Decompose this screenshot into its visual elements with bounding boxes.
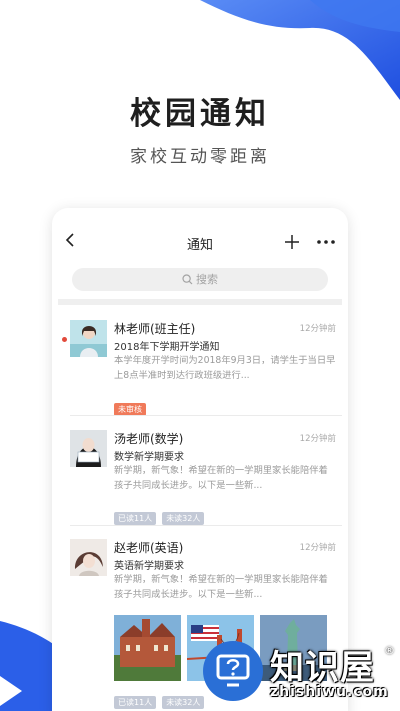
sender-name: 汤老师(数学) (114, 432, 184, 446)
plus-icon[interactable] (284, 234, 300, 250)
message-subject: 英语新学期要求 (114, 561, 184, 572)
avatar (70, 430, 107, 467)
search-input[interactable]: 搜索 (72, 268, 328, 291)
navbar: 通知 (52, 208, 348, 268)
timestamp: 12分钟前 (299, 434, 336, 444)
timestamp: 12分钟前 (299, 543, 336, 553)
photo-thumbnail[interactable] (114, 615, 181, 681)
message-preview: 新学期，新气象！希望在新的一学期里家长能陪伴着孩子共同成长进步。以下是一些新..… (114, 574, 328, 600)
watermark-registered: ® (384, 644, 395, 657)
divider (58, 299, 342, 305)
unread-dot (62, 337, 67, 342)
tags: 已读11人 未读32人 (114, 506, 210, 525)
list-item[interactable]: 汤老师(数学) 12分钟前 数学新学期要求 新学期，新气象！希望在新的一学期里家… (52, 430, 348, 525)
sender-name: 林老师(班主任) (114, 322, 196, 336)
search-icon (182, 274, 193, 285)
unread-count-badge: 未读32人 (162, 696, 205, 709)
sender-name: 赵老师(英语) (114, 541, 184, 555)
message-subject: 2018年下学期开学通知 (114, 342, 220, 353)
phone-mockup: 通知 搜索 林老师(班主任) 12分钟前 2018年下学期开学通知 本学年度开学… (52, 208, 348, 711)
watermark-logo (203, 641, 263, 701)
avatar (70, 539, 107, 576)
avatar (70, 320, 107, 357)
unread-count-badge: 未读32人 (162, 512, 205, 525)
watermark-text: 知识屋 (270, 648, 375, 688)
message-preview: 本学年度开学时间为2018年9月3日，请学生于当日早上8点半准时到达行政班级进行… (114, 355, 336, 381)
search-placeholder: 搜索 (196, 273, 218, 286)
read-count-badge: 已读11人 (114, 696, 157, 709)
page-title: 通知 (186, 238, 213, 253)
hero-title: 校园通知 (130, 96, 270, 132)
watermark-url: zhishiwu.com (270, 684, 389, 700)
tags: 未审核 (114, 397, 152, 416)
message-subject: 数学新学期要求 (114, 452, 184, 463)
help-screen-icon (216, 654, 250, 687)
message-preview: 新学期，新气象！希望在新的一学期里家长能陪伴着孩子共同成长进步。以下是一些新..… (114, 465, 328, 491)
read-count-badge: 已读11人 (114, 512, 157, 525)
timestamp: 12分钟前 (299, 324, 336, 334)
divider (70, 525, 342, 526)
hero-subtitle: 家校互动零距离 (130, 147, 270, 167)
divider (70, 415, 342, 416)
list-item[interactable]: 林老师(班主任) 12分钟前 2018年下学期开学通知 本学年度开学时间为201… (52, 320, 348, 416)
tags: 已读11人 未读32人 (114, 690, 210, 709)
more-icon[interactable] (316, 239, 336, 245)
